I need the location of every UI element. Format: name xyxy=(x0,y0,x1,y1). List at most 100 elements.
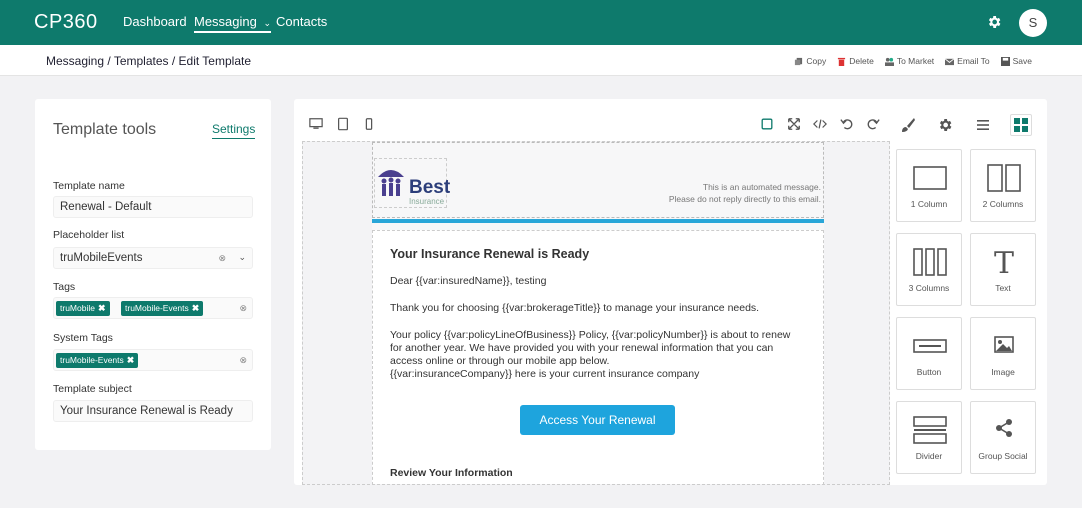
greeting-text: Dear {{var:insuredName}}, testing xyxy=(390,275,547,287)
block-group-social[interactable]: Group Social xyxy=(970,401,1036,474)
editor-panel: Best Insurance This is an automated mess… xyxy=(294,99,1047,485)
block-label: Group Social xyxy=(978,451,1028,461)
email-to-label: Email To xyxy=(957,56,990,66)
clear-icon[interactable]: ⊗ xyxy=(218,253,226,264)
blocks-grid-icon xyxy=(1014,118,1028,132)
placeholder-list-select[interactable]: truMobileEvents ⊗ ⌄ xyxy=(53,247,253,269)
access-renewal-button[interactable]: Access Your Renewal xyxy=(520,405,675,435)
nav-contacts[interactable]: Contacts xyxy=(276,14,327,29)
email-canvas[interactable]: Best Insurance This is an automated mess… xyxy=(302,141,890,485)
chevron-down-icon[interactable]: ⌄ xyxy=(238,252,246,263)
undo-icon[interactable] xyxy=(840,117,854,131)
tag-chip[interactable]: truMobile-Events ✖ xyxy=(56,353,139,368)
button-icon xyxy=(913,339,947,353)
tag-label: truMobile xyxy=(60,303,95,313)
logo-block[interactable]: Best Insurance xyxy=(374,158,451,208)
email-header[interactable]: Best Insurance This is an automated mess… xyxy=(372,142,824,218)
nav-dashboard[interactable]: Dashboard xyxy=(123,14,187,29)
system-tags-label: System Tags xyxy=(53,332,113,344)
fullscreen-icon[interactable] xyxy=(787,117,801,131)
two-columns-icon xyxy=(987,164,1021,192)
nav-messaging[interactable]: Messaging ⌄ xyxy=(194,14,272,33)
policy-line: {{var:insuranceCompany}} here is your cu… xyxy=(390,368,700,380)
gear-icon[interactable] xyxy=(986,14,1002,30)
email-title: Your Insurance Renewal is Ready xyxy=(390,247,590,261)
users-icon xyxy=(884,57,894,66)
trash-icon xyxy=(838,57,846,66)
automated-message-line: Please do not reply directly to this ema… xyxy=(668,194,821,204)
logo-word: Best xyxy=(409,177,451,198)
avatar[interactable]: S xyxy=(1019,9,1047,37)
template-name-label: Template name xyxy=(53,180,125,192)
tags-label: Tags xyxy=(53,281,76,293)
template-name-input[interactable]: Renewal - Default xyxy=(53,196,253,218)
divider-line xyxy=(372,219,824,223)
top-nav: CP360 Dashboard Messaging ⌄ Contacts S xyxy=(0,0,1082,45)
thanks-text: Thank you for choosing {{var:brokerageTi… xyxy=(390,302,760,314)
block-label: Divider xyxy=(915,451,943,461)
tag-chip[interactable]: truMobile ✖ xyxy=(56,301,110,316)
template-actions: Copy Delete To Market Email To Save xyxy=(794,56,1032,66)
block-label: Button xyxy=(916,367,942,377)
redo-icon[interactable] xyxy=(866,117,880,131)
clear-icon[interactable]: ⊗ xyxy=(239,303,247,314)
automated-message: This is an automated message. Please do … xyxy=(669,181,821,205)
template-subject-label: Template subject xyxy=(53,383,132,395)
email-body[interactable]: Your Insurance Renewal is Ready Dear {{v… xyxy=(372,230,824,484)
policy-line: for another year. We have provided you w… xyxy=(390,342,774,354)
save-button[interactable]: Save xyxy=(1000,56,1032,66)
tag-chip[interactable]: truMobile-Events ✖ xyxy=(121,301,204,316)
breadcrumb: Messaging / Templates / Edit Template xyxy=(46,54,251,68)
app-logo[interactable]: CP360 xyxy=(34,11,98,34)
policy-line: access online or through our mobile app … xyxy=(390,355,610,367)
share-icon xyxy=(996,419,1012,437)
save-icon xyxy=(1000,56,1010,66)
block-label: 3 Columns xyxy=(908,283,950,293)
policy-line: Your policy {{var:policyLineOfBusiness}}… xyxy=(390,329,791,341)
block-label: 2 Columns xyxy=(982,199,1024,209)
settings-tab[interactable]: Settings xyxy=(212,122,256,139)
logo-subtext: Insurance xyxy=(409,197,445,206)
layers-menu-icon[interactable] xyxy=(975,117,991,133)
code-icon[interactable] xyxy=(813,117,827,131)
block-label: 1 Column xyxy=(910,199,948,209)
copy-button[interactable]: Copy xyxy=(794,56,826,66)
block-button[interactable]: Button xyxy=(896,317,962,390)
clear-icon[interactable]: ⊗ xyxy=(239,355,247,366)
paint-brush-icon[interactable] xyxy=(900,117,916,133)
tag-label: truMobile-Events xyxy=(125,303,189,313)
block-2-columns[interactable]: 2 Columns xyxy=(970,149,1036,222)
chevron-down-icon: ⌄ xyxy=(263,18,272,28)
template-subject-input[interactable]: Your Insurance Renewal is Ready xyxy=(53,400,253,422)
tablet-view-icon[interactable] xyxy=(336,117,350,131)
blocks-tab-active[interactable] xyxy=(1010,114,1032,136)
block-1-column[interactable]: 1 Column xyxy=(896,149,962,222)
delete-button[interactable]: Delete xyxy=(837,56,874,66)
copy-label: Copy xyxy=(806,56,827,66)
desktop-view-icon[interactable] xyxy=(309,117,323,131)
tags-input[interactable]: truMobile ✖ truMobile-Events ✖ ⊗ xyxy=(53,297,253,319)
three-columns-icon xyxy=(913,248,947,276)
gear-icon[interactable] xyxy=(937,117,953,133)
to-market-button[interactable]: To Market xyxy=(884,56,935,66)
tag-label: truMobile-Events xyxy=(60,355,124,365)
block-3-columns[interactable]: 3 Columns xyxy=(896,233,962,306)
outline-toggle-icon[interactable] xyxy=(760,117,774,131)
block-text[interactable]: T Text xyxy=(970,233,1036,306)
block-divider[interactable]: Divider xyxy=(896,401,962,474)
mobile-view-icon[interactable] xyxy=(362,117,376,131)
breadcrumb-bar: Messaging / Templates / Edit Template Co… xyxy=(0,45,1082,76)
panel-title: Template tools xyxy=(53,121,157,138)
remove-tag-icon[interactable]: ✖ xyxy=(98,303,106,313)
template-tools-panel: Template tools Settings Template name Re… xyxy=(35,99,271,450)
remove-tag-icon[interactable]: ✖ xyxy=(127,355,135,365)
email-to-button[interactable]: Email To xyxy=(945,56,990,66)
to-market-label: To Market xyxy=(896,56,935,66)
block-image[interactable]: Image xyxy=(970,317,1036,390)
remove-tag-icon[interactable]: ✖ xyxy=(192,303,200,313)
image-icon xyxy=(994,336,1014,353)
block-label: Image xyxy=(991,367,1015,377)
block-label: Text xyxy=(995,283,1011,293)
policy-text: Your policy {{var:policyLineOfBusiness}}… xyxy=(390,329,810,381)
system-tags-input[interactable]: truMobile-Events ✖ ⊗ xyxy=(53,349,253,371)
